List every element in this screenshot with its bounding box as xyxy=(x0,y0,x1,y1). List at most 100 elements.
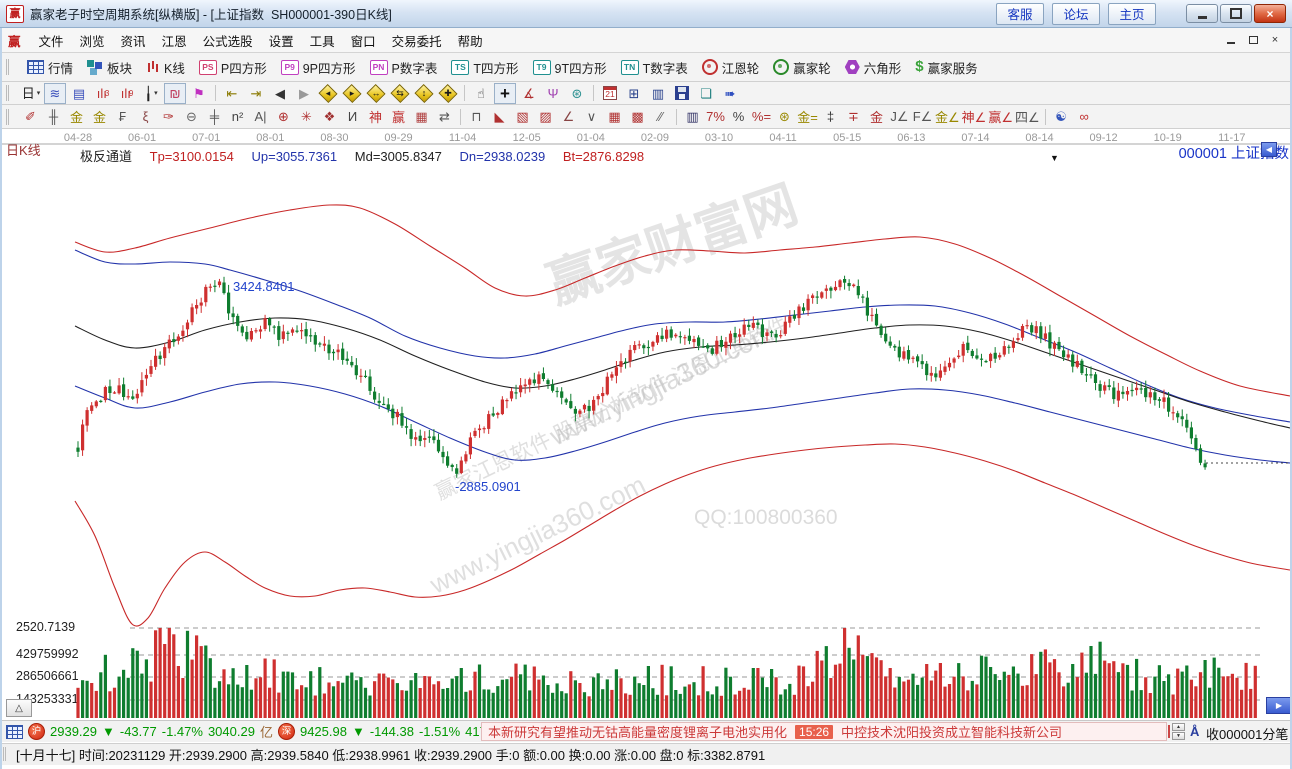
hand-tool-icon[interactable]: ☝ xyxy=(470,83,492,104)
grid-red-icon[interactable]: ▦ xyxy=(604,107,625,126)
menu-item-settings[interactable]: 设置 xyxy=(261,29,302,52)
toolbar-gann-wheel-button[interactable]: 江恩轮 xyxy=(696,56,766,79)
trend-chart-icon[interactable]: ≋ xyxy=(44,83,66,104)
minimize-button[interactable] xyxy=(1186,4,1218,23)
diamond-hmove-icon[interactable]: ↔ xyxy=(365,83,387,104)
n2-icon[interactable]: n² xyxy=(227,107,248,126)
menu-item-trade[interactable]: 交易委托 xyxy=(384,29,450,52)
price-chart-svg[interactable] xyxy=(0,129,1292,720)
fibo-f-icon[interactable]: ₣ xyxy=(112,107,133,126)
menu-item-gann[interactable]: 江恩 xyxy=(154,29,195,52)
toolbar-t-number-button[interactable]: TNT数字表 xyxy=(615,56,694,79)
gold-lines-icon[interactable]: 金 xyxy=(89,107,110,126)
ying-angle-icon[interactable]: 赢∠ xyxy=(988,107,1013,126)
angle-tool-icon[interactable]: ∡ xyxy=(518,83,540,104)
customer-service-button[interactable]: 客服 xyxy=(996,3,1044,25)
gold-under-icon[interactable]: 金 xyxy=(866,107,887,126)
toolbar-9t-square-button[interactable]: T99T四方形 xyxy=(527,56,613,79)
order-truck-icon[interactable]: ➠ xyxy=(719,83,741,104)
diamond-expand-icon[interactable]: ✚ xyxy=(437,83,459,104)
updown-icon[interactable]: ‡ xyxy=(820,107,841,126)
angles-icon[interactable]: ∠ xyxy=(558,107,579,126)
first-page-icon[interactable]: ⇤ xyxy=(221,83,243,104)
diamond-vmove-icon[interactable]: ↕ xyxy=(413,83,435,104)
expand-panel-button[interactable]: △ xyxy=(6,699,32,717)
k3-icon[interactable]: ılı3 xyxy=(92,83,114,104)
spinner-down-icon[interactable]: ▼ xyxy=(1172,732,1185,740)
arc-tool-icon[interactable]: ξ xyxy=(135,107,156,126)
quote-table-icon[interactable] xyxy=(6,725,23,739)
menu-item-stock-pick[interactable]: 公式选股 xyxy=(195,29,261,52)
memo-icon[interactable]: ▥ xyxy=(647,83,669,104)
j-angle-icon[interactable]: J∠ xyxy=(889,107,910,126)
period-day-selector[interactable]: 日▾ xyxy=(20,83,42,104)
ruler-lines-icon[interactable]: ╪ xyxy=(204,107,225,126)
percent7-icon[interactable]: 7% xyxy=(705,107,726,126)
k9-icon[interactable]: ılı9 xyxy=(116,83,138,104)
span-arrows-icon[interactable]: ⇄ xyxy=(434,107,455,126)
zigzag-line-icon[interactable]: ∨ xyxy=(581,107,602,126)
mdi-close-button[interactable]: × xyxy=(1268,34,1282,46)
fan-box2-icon[interactable]: ▨ xyxy=(535,107,556,126)
diamond-right-icon[interactable]: ▸ xyxy=(341,83,363,104)
infinity-icon[interactable]: ∞ xyxy=(1074,107,1095,126)
menu-item-view[interactable]: 浏览 xyxy=(72,29,113,52)
last-page-icon[interactable]: ⇥ xyxy=(245,83,267,104)
forum-button[interactable]: 论坛 xyxy=(1052,3,1100,25)
close-button[interactable]: × xyxy=(1254,4,1286,23)
f-angle-icon[interactable]: F∠ xyxy=(912,107,933,126)
news-item[interactable]: 中控技术沈阳投资成立智能科技新公司 xyxy=(841,722,1062,741)
toolbar-t-square-button[interactable]: TST四方形 xyxy=(445,56,524,79)
spinner-up-icon[interactable]: ▲ xyxy=(1172,723,1185,731)
calendar-icon[interactable]: 21 xyxy=(599,83,621,104)
star-circle-icon[interactable]: ✳ xyxy=(296,107,317,126)
gann-grid-icon[interactable]: Ψ xyxy=(542,83,564,104)
gold-eq-icon[interactable]: 金= xyxy=(797,107,818,126)
pen-tool-icon[interactable]: ✐ xyxy=(20,107,41,126)
restore-button[interactable] xyxy=(1220,4,1252,23)
scroll-right-button[interactable]: ▶ xyxy=(1266,697,1292,714)
scroll-left-button[interactable]: ◀ xyxy=(1261,142,1277,157)
prev-bar-icon[interactable]: ◀ xyxy=(269,83,291,104)
candle-style-icon[interactable]: ╽▾ xyxy=(140,83,162,104)
diamond-compress-icon[interactable]: ⇆ xyxy=(389,83,411,104)
tick-view-label[interactable]: 收000001分笔 xyxy=(1206,724,1288,743)
percent-icon[interactable]: % xyxy=(728,107,749,126)
news-item[interactable]: 本新研究有望推动无钴高能量密度锂离子电池实用化 xyxy=(488,722,787,741)
percent-lines-icon[interactable]: %= xyxy=(751,107,772,126)
stats-column-icon[interactable]: ▥ xyxy=(682,107,703,126)
grid-box-icon[interactable]: ▦ xyxy=(411,107,432,126)
toolbar-p-number-button[interactable]: PNP数字表 xyxy=(364,56,444,79)
toolbar-yingjia-service-button[interactable]: $赢家服务 xyxy=(909,56,983,79)
chart-area[interactable]: 赢家财富网www.yingjia360.com赢家江恩软件 股票分析软件 江恩工… xyxy=(0,129,1292,720)
four-angle-icon[interactable]: 四∠ xyxy=(1015,107,1040,126)
gold-angle-icon[interactable]: 金∠ xyxy=(935,107,960,126)
toolbar-sectors-button[interactable]: 板块 xyxy=(81,56,138,79)
parallel-icon[interactable]: ∕∕ xyxy=(650,107,671,126)
target-icon[interactable]: ⊕ xyxy=(273,107,294,126)
multi-window-icon[interactable]: ❏ xyxy=(695,83,717,104)
taiji-icon[interactable]: ☯ xyxy=(1051,107,1072,126)
next-bar-icon[interactable]: ▶ xyxy=(293,83,315,104)
diamond-left-icon[interactable]: ◂ xyxy=(317,83,339,104)
mdi-restore-button[interactable] xyxy=(1246,34,1260,46)
toolbar-quotes-button[interactable]: 行情 xyxy=(21,56,79,79)
mdi-minimize-button[interactable] xyxy=(1224,34,1238,46)
toolbar-kline-button[interactable]: K线 xyxy=(140,56,191,79)
toolbar-p-square-button[interactable]: PSP四方形 xyxy=(193,56,273,79)
pattern-icon[interactable]: ₪ xyxy=(164,83,186,104)
spiral-icon[interactable]: ⊛ xyxy=(566,83,588,104)
color-flag-icon[interactable]: ⚑ xyxy=(188,83,210,104)
save-icon[interactable] xyxy=(671,83,693,104)
menu-item-tools[interactable]: 工具 xyxy=(302,29,343,52)
toolbar-9p-square-button[interactable]: P99P四方形 xyxy=(275,56,362,79)
ying-tool-icon[interactable]: 赢 xyxy=(388,107,409,126)
menu-item-window[interactable]: 窗口 xyxy=(343,29,384,52)
draw-box-icon[interactable]: ✑ xyxy=(158,107,179,126)
gold-circle-icon[interactable]: ⊛ xyxy=(774,107,795,126)
gann-fan-icon[interactable]: ◣ xyxy=(489,107,510,126)
calculator-icon[interactable]: ⊞ xyxy=(623,83,645,104)
homepage-button[interactable]: 主页 xyxy=(1108,3,1156,25)
menu-item-news[interactable]: 资讯 xyxy=(113,29,154,52)
tick-chart-icon[interactable]: Å xyxy=(1190,724,1199,739)
